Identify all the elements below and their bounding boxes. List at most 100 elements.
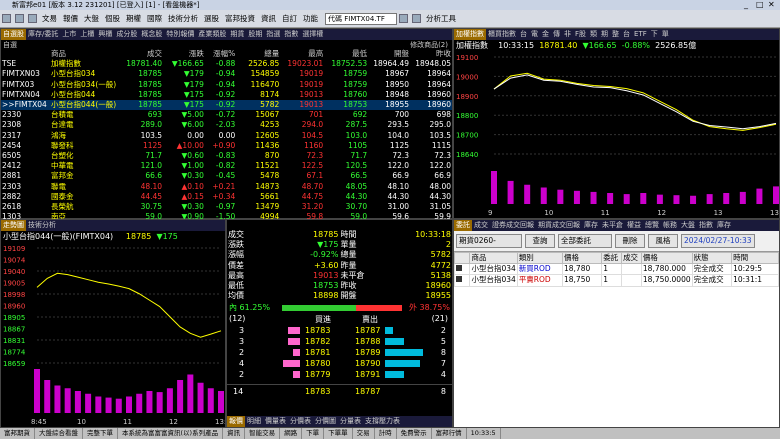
column-header[interactable]: 漲幅% — [205, 49, 236, 59]
menu-item[interactable]: 文易 — [39, 13, 60, 24]
menu-item[interactable]: 功能 — [300, 13, 321, 24]
ask-price[interactable]: 18791 — [355, 369, 380, 380]
tab-item[interactable]: 期貨成交回報 — [536, 220, 582, 231]
ask-price[interactable]: 18788 — [355, 336, 380, 347]
column-header[interactable]: 總量 — [236, 49, 280, 59]
index-chart[interactable]: 19100 19000 18900 18800 18700 18640 9 10 11 12 13 1… — [454, 51, 779, 218]
orders-column-header[interactable]: 商品 — [469, 251, 518, 265]
column-header[interactable]: 開盤 — [368, 49, 410, 59]
menu-item[interactable]: 期權 — [123, 13, 144, 24]
tab-item[interactable]: 支撐壓力表 — [363, 416, 402, 427]
tab-item[interactable]: 指選 — [264, 29, 282, 40]
layout-icon[interactable] — [412, 14, 421, 23]
bid-price[interactable]: 18780 — [305, 358, 330, 369]
order-cell[interactable] — [453, 274, 471, 287]
column-header[interactable]: 最高 — [280, 49, 324, 59]
tab-item[interactable]: 產業類股 — [196, 29, 228, 40]
tab-item[interactable]: 成交 — [472, 220, 490, 231]
tab-item[interactable]: 未平倉 — [600, 220, 625, 231]
orders-column-header[interactable]: 價格 — [561, 251, 603, 265]
tab-item[interactable]: 單 — [660, 29, 671, 40]
tab-item[interactable]: 櫃買指數 — [486, 29, 518, 40]
menu-item[interactable]: 大盤 — [81, 13, 102, 24]
tab-item[interactable]: 庫存 — [582, 220, 600, 231]
tab-item[interactable]: 台 — [621, 29, 632, 40]
orders-column-header[interactable]: 委託 — [601, 251, 623, 265]
bid-price[interactable]: 18783 — [305, 325, 330, 336]
table-row[interactable]: FIMTXN04 小型台指044 18785 ▼175 -0.92 8174 19013 18… — [1, 90, 452, 100]
table-row[interactable]: 6505 台塑化 71.7 ▼0.60 -0.83 870 72.3 71.7 72.3 72.3 — [1, 151, 452, 161]
tab-item[interactable]: 走勢圖 — [1, 220, 26, 231]
column-header[interactable]: 最低 — [324, 49, 368, 59]
tab-item[interactable]: 指數 — [697, 220, 715, 231]
table-row[interactable]: TSE 加權指數 18781.40 ▼166.65 -0.88 2526.85 19023.… — [1, 59, 452, 69]
tab-item[interactable]: 帳務 — [661, 220, 679, 231]
tab-item[interactable]: 傳 — [551, 29, 562, 40]
tab-item[interactable]: 期 — [599, 29, 610, 40]
table-row[interactable]: 2303 聯電 48.10 ▲0.10 +0.21 14873 48.70 48.05 48.1… — [1, 182, 452, 192]
tab-item[interactable]: 選擇權 — [300, 29, 325, 40]
table-row[interactable]: 2317 鴻海 103.5 0.00 0.00 12605 104.5 103.0 104.0 1… — [1, 131, 452, 141]
tab-item[interactable]: 整 — [610, 29, 621, 40]
table-row[interactable]: 2881 富邦金 66.6 ▼0.30 -0.45 5478 67.1 66.5 66.9 66.… — [1, 171, 452, 181]
tab-item[interactable]: 技術分析 — [26, 220, 58, 231]
tab-item[interactable]: 電 — [529, 29, 540, 40]
menu-item[interactable]: 自訂 — [279, 13, 300, 24]
order-filter-select[interactable]: 全部委託 — [558, 234, 612, 248]
tab-item[interactable]: 分價表 — [288, 416, 313, 427]
row-checkbox[interactable] — [456, 265, 462, 272]
table-row[interactable]: FIMTXN03 小型台指034 18785 ▼179 -0.94 154859 19019… — [1, 69, 452, 79]
order-row[interactable]: 小型台指034 新買ROD 18,780 1 18,780.000 完全成交 10:29:5 — [453, 263, 779, 276]
close-icon[interactable]: ✕ — [768, 0, 775, 10]
tab-item[interactable]: 價量表 — [263, 416, 288, 427]
delete-button[interactable]: 刪除 — [615, 234, 645, 248]
tab-item[interactable]: 成分股 — [114, 29, 139, 40]
order-cell[interactable] — [453, 263, 471, 276]
table-row[interactable]: FIMTX03 小型台指034(一般) 18785 ▼179 -0.94 116470 19… — [1, 80, 452, 90]
symbol-search-input[interactable]: 代碼 FIMTX04.TF — [325, 12, 397, 25]
tab-item[interactable]: 證券成交回報 — [490, 220, 536, 231]
home-icon[interactable] — [2, 14, 11, 23]
tab-item[interactable]: 期貨 — [228, 29, 246, 40]
column-header[interactable]: 昨收 — [410, 49, 452, 59]
tab-item[interactable]: 加權指數 — [454, 29, 486, 40]
bid-price[interactable]: 18779 — [305, 369, 330, 380]
column-header[interactable]: 成交 — [123, 49, 163, 59]
tab-item[interactable]: 報價 — [227, 416, 245, 427]
tab-item[interactable]: 分量表 — [338, 416, 363, 427]
orders-column-header[interactable] — [453, 251, 471, 265]
edit-watchlist-button[interactable]: 修改商品(2) — [410, 40, 448, 50]
maximize-icon[interactable]: □ — [756, 0, 764, 10]
column-header[interactable]: 漲跌 — [163, 49, 205, 59]
tab-item[interactable]: 股期 — [246, 29, 264, 40]
tab-item[interactable]: 概念股 — [139, 29, 164, 40]
tab-item[interactable]: 台 — [518, 29, 529, 40]
orders-column-header[interactable]: 時間 — [731, 251, 779, 265]
menu-item[interactable]: 報價 — [60, 13, 81, 24]
tab-item[interactable]: 下 — [649, 29, 660, 40]
menu-item[interactable]: 資訊 — [258, 13, 279, 24]
minimize-icon[interactable]: _ — [744, 0, 748, 10]
tab-item[interactable]: 庫存 — [715, 220, 733, 231]
table-row[interactable]: 2882 國泰金 44.45 ▲0.15 +0.34 5661 44.75 44.30 44.3… — [1, 192, 452, 202]
tab-item[interactable]: 自選股 — [1, 29, 26, 40]
tab-item[interactable]: 委託 — [454, 220, 472, 231]
tab-item[interactable]: 大盤 — [679, 220, 697, 231]
tab-item[interactable]: 總覽 — [643, 220, 661, 231]
table-row[interactable]: >>FIMTX04 小型台指044(一般) 18785 ▼175 -0.92 5782 19… — [1, 100, 452, 111]
date-range-field[interactable]: 2024/02/27-10:33 — [681, 234, 755, 248]
bid-price[interactable]: 18782 — [305, 336, 330, 347]
tick-chart[interactable]: 19109 19074 19040 19005 18998 18960 18905 18867… — [1, 242, 225, 427]
tab-item[interactable]: 金 — [540, 29, 551, 40]
tab-item[interactable]: 分價圖 — [313, 416, 338, 427]
refresh-icon[interactable] — [15, 14, 24, 23]
tab-item[interactable]: 上櫃 — [78, 29, 96, 40]
tab-item[interactable]: 庫存/委託 — [26, 29, 60, 40]
ask-price[interactable]: 18787 — [355, 325, 380, 336]
account-select[interactable]: 期貨0260- — [456, 234, 522, 248]
query-button[interactable]: 查詢 — [525, 234, 555, 248]
style-button[interactable]: 風格 — [648, 234, 678, 248]
search-icon[interactable] — [399, 14, 408, 23]
tab-item[interactable]: 類 — [588, 29, 599, 40]
tab-item[interactable]: 非 — [562, 29, 573, 40]
